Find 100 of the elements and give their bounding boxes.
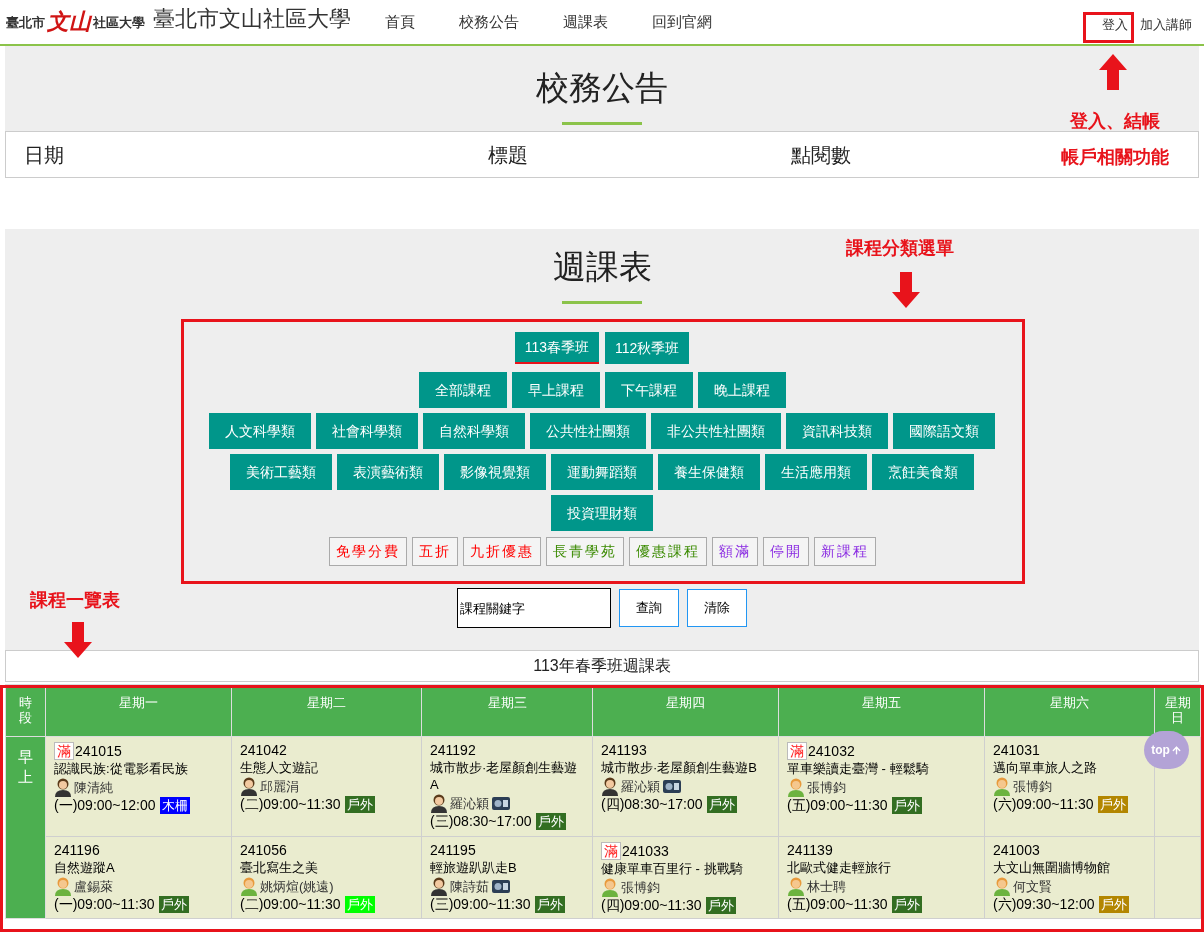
course-code: 241196: [54, 842, 100, 859]
category-button[interactable]: 人文科學類: [209, 413, 311, 449]
day-column-header: 時段: [5, 684, 46, 737]
category-button[interactable]: 生活應用類: [765, 454, 867, 490]
tag-filter-button[interactable]: 額滿: [711, 537, 758, 566]
teacher-name: 邱麗涓: [260, 777, 299, 795]
nav-link[interactable]: 校務公告: [459, 10, 519, 33]
course-code: 241192: [430, 742, 476, 759]
category-button[interactable]: 美術工藝類: [230, 454, 332, 490]
course-code: 241032: [808, 742, 855, 760]
category-button[interactable]: 資訊科技類: [786, 413, 888, 449]
nav-link[interactable]: 週課表: [563, 10, 608, 33]
category-button[interactable]: 非公共性社團類: [651, 413, 781, 449]
time-filter-button[interactable]: 下午課程: [604, 372, 693, 408]
category-button[interactable]: 運動舞蹈類: [551, 454, 653, 490]
term-tab[interactable]: 113春季班: [514, 332, 599, 364]
time-filter-button[interactable]: 晚上課程: [697, 372, 786, 408]
annotation-label: 課程分類選單: [846, 237, 954, 260]
course-time: (二)09:00~11:30: [240, 796, 341, 813]
course-title[interactable]: 城市散步·老屋顏創生藝遊A: [430, 759, 584, 793]
keyword-field[interactable]: 課程關鍵字: [457, 588, 611, 628]
course-code: 241042: [240, 742, 287, 759]
category-button[interactable]: 養生保健類: [658, 454, 760, 490]
day-column-header: 星期二: [231, 684, 422, 737]
course-tag: 木柵: [159, 797, 190, 814]
tag-filter-button[interactable]: 優惠課程: [628, 537, 707, 566]
nav-link[interactable]: 回到官網: [652, 10, 712, 33]
course-tag: 戶外: [158, 896, 189, 913]
column-header: 標題: [488, 142, 529, 168]
teacher-name: 陳清純: [74, 778, 113, 796]
course-tag: 戶外: [1097, 796, 1128, 813]
course-title[interactable]: 自然遊蹤A: [54, 859, 223, 876]
teacher-name: 盧錫萊: [74, 877, 113, 895]
join-teacher-link[interactable]: 加入講師: [1140, 14, 1192, 34]
course-code: 241195: [430, 842, 476, 859]
course-code: 241193: [601, 742, 647, 759]
course-title[interactable]: 臺北寫生之美: [240, 859, 413, 876]
tag-filter-button[interactable]: 九折優惠: [462, 537, 541, 566]
course-title[interactable]: 單車樂讀走臺灣 - 輕鬆騎: [787, 760, 976, 777]
course-time: (一)09:00~12:00: [54, 797, 156, 814]
teacher-name: 林士聘: [807, 877, 846, 895]
course-title[interactable]: 輕旅遊趴趴走B: [430, 859, 584, 876]
course-title[interactable]: 北歐式健走輕旅行: [787, 859, 976, 876]
down-arrow-icon: [892, 272, 920, 308]
teacher-name: 姚炳煊(姚遠): [260, 877, 334, 895]
course-title[interactable]: 認識民族:從電影看民族: [54, 760, 223, 777]
time-filter-button[interactable]: 早上課程: [511, 372, 600, 408]
site-title[interactable]: 臺北市文山社區大學: [153, 2, 351, 35]
nav-link[interactable]: 首頁: [385, 10, 415, 33]
course-title[interactable]: 大文山無圍牆博物館: [993, 859, 1146, 876]
time-filter-button[interactable]: 全部課程: [418, 372, 507, 408]
tag-filter-button[interactable]: 五折: [411, 537, 458, 566]
course-title[interactable]: 邁向單車旅人之路: [993, 759, 1146, 776]
term-tab[interactable]: 112秋季班: [605, 332, 690, 364]
login-link[interactable]: 登入: [1090, 11, 1140, 37]
category-button[interactable]: 投資理財類: [551, 495, 653, 531]
teacher-name: 羅沁穎: [450, 794, 489, 812]
school-logo[interactable]: 臺北市文山社區大學: [6, 10, 145, 32]
teacher-name: 張博鈞: [621, 878, 660, 896]
up-arrow-icon: [1099, 54, 1127, 90]
course-time: (四)09:00~11:30: [601, 897, 702, 914]
category-button[interactable]: 影像視覺類: [444, 454, 546, 490]
down-arrow-icon: [64, 622, 92, 658]
day-column-header: 星期四: [592, 684, 779, 737]
teacher-name: 何文賢: [1013, 877, 1052, 895]
course-tag: 戶外: [706, 796, 737, 813]
login-highlight-box: [1083, 12, 1134, 43]
course-tag: 戶外: [891, 896, 922, 913]
course-tag: 戶外: [534, 896, 565, 913]
course-tag: 戶外: [705, 897, 736, 914]
course-title[interactable]: 城市散步·老屋顏創生藝遊B: [601, 759, 770, 776]
category-button[interactable]: 社會科學類: [316, 413, 418, 449]
column-header: 點閱數: [791, 142, 851, 168]
course-code: 241056: [240, 842, 287, 859]
day-column-header: 星期三: [421, 684, 593, 737]
course-time: (六)09:00~11:30: [993, 796, 1094, 813]
course-tag: 戶外: [344, 796, 375, 813]
course-code: 241031: [993, 742, 1040, 759]
period-label: 早上: [5, 736, 46, 919]
search-form-button[interactable]: 清除: [687, 589, 747, 627]
course-code: 241015: [75, 742, 122, 760]
full-badge: 滿: [601, 842, 621, 860]
course-time: (一)09:00~11:30: [54, 896, 155, 913]
tag-filter-button[interactable]: 停開: [762, 537, 809, 566]
course-time: (六)09:30~12:00: [993, 896, 1095, 913]
tag-filter-button[interactable]: 新課程: [813, 537, 876, 566]
course-tag: 戶外: [344, 896, 375, 913]
tag-filter-button[interactable]: 長青學苑: [545, 537, 624, 566]
course-time: (三)08:30~17:00: [430, 813, 532, 830]
arrow-up-icon: [1170, 744, 1182, 756]
course-time: (三)09:00~11:30: [430, 896, 531, 913]
tag-filter-button[interactable]: 免學分費: [328, 537, 407, 566]
category-button[interactable]: 自然科學類: [423, 413, 525, 449]
category-button[interactable]: 表演藝術類: [337, 454, 439, 490]
search-form-button[interactable]: 查詢: [619, 589, 679, 627]
category-button[interactable]: 公共性社團類: [530, 413, 646, 449]
course-title[interactable]: 生態人文遊記: [240, 759, 413, 776]
category-button[interactable]: 國際語文類: [893, 413, 995, 449]
course-title[interactable]: 健康單車百里行 - 挑戰騎: [601, 860, 770, 877]
category-button[interactable]: 烹飪美食類: [872, 454, 974, 490]
